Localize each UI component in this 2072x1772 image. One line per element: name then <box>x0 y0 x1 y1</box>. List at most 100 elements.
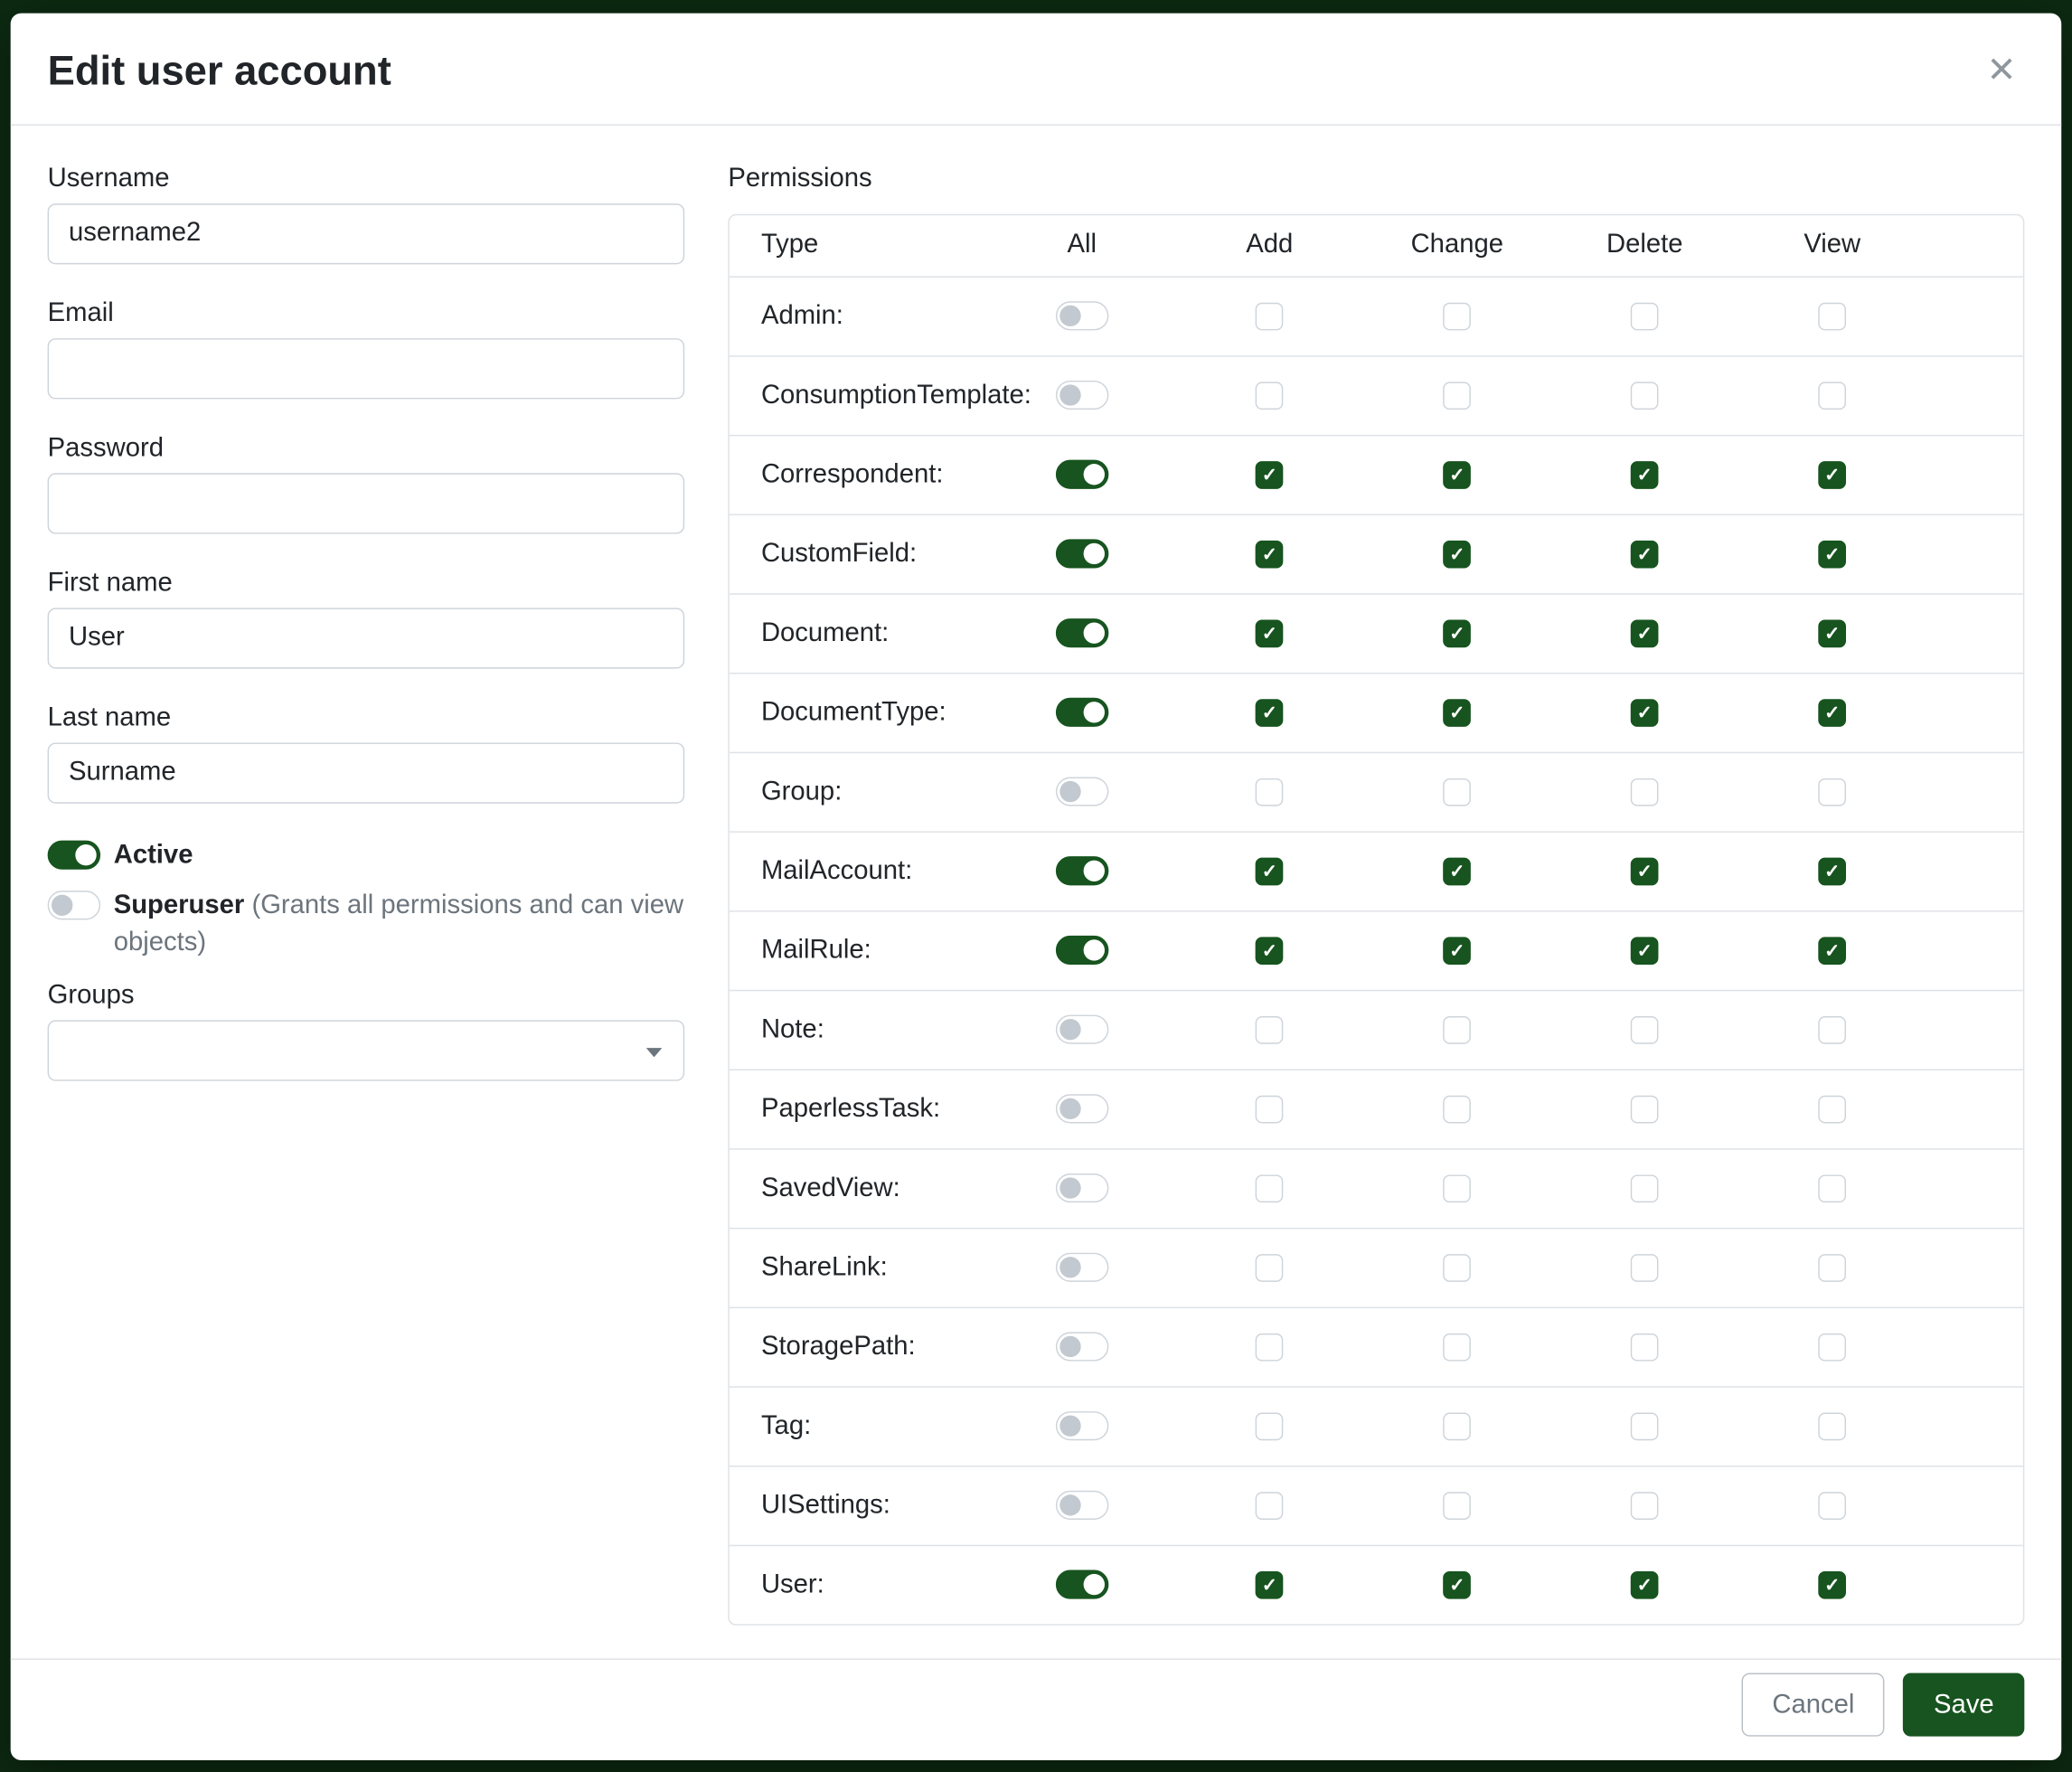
permission-add-checkbox[interactable]: ✓ <box>1256 1570 1284 1598</box>
permission-add-checkbox[interactable]: ✓ <box>1256 937 1284 965</box>
permission-view-checkbox[interactable]: ✓ <box>1818 1570 1846 1598</box>
permission-add-checkbox[interactable]: ✓ <box>1256 540 1284 568</box>
permission-all-toggle[interactable] <box>1056 1173 1108 1202</box>
permission-view-checkbox[interactable]: ✓ <box>1818 302 1846 330</box>
permission-all-toggle[interactable] <box>1056 1094 1108 1123</box>
permission-view-checkbox[interactable]: ✓ <box>1818 1016 1846 1044</box>
email-input[interactable] <box>48 338 685 399</box>
permission-change-checkbox[interactable]: ✓ <box>1443 382 1471 410</box>
permission-add-checkbox[interactable]: ✓ <box>1256 1492 1284 1520</box>
permission-view-checkbox[interactable]: ✓ <box>1818 778 1846 806</box>
permission-view-checkbox[interactable]: ✓ <box>1818 1492 1846 1520</box>
groups-select[interactable] <box>48 1020 685 1080</box>
permission-view-checkbox[interactable]: ✓ <box>1818 699 1846 727</box>
permission-delete-checkbox[interactable]: ✓ <box>1631 540 1659 568</box>
permission-add-checkbox[interactable]: ✓ <box>1256 1016 1284 1044</box>
permission-all-toggle[interactable] <box>1056 301 1108 330</box>
permission-add-checkbox[interactable]: ✓ <box>1256 699 1284 727</box>
permission-all-toggle[interactable] <box>1056 856 1108 885</box>
permission-add-checkbox[interactable]: ✓ <box>1256 1333 1284 1361</box>
permission-change-checkbox[interactable]: ✓ <box>1443 699 1471 727</box>
permission-add-checkbox[interactable]: ✓ <box>1256 1254 1284 1282</box>
permission-all-toggle[interactable] <box>1056 1491 1108 1520</box>
last-name-input[interactable] <box>48 742 685 803</box>
permission-delete-checkbox[interactable]: ✓ <box>1631 461 1659 489</box>
permission-add-checkbox[interactable]: ✓ <box>1256 302 1284 330</box>
permission-change-checkbox[interactable]: ✓ <box>1443 1095 1471 1123</box>
permission-all-toggle[interactable] <box>1056 1253 1108 1282</box>
permission-add-checkbox[interactable]: ✓ <box>1256 461 1284 489</box>
permission-row: Note:✓✓✓✓ <box>730 991 2023 1070</box>
cancel-button[interactable]: Cancel <box>1742 1673 1885 1737</box>
superuser-toggle[interactable] <box>48 891 100 919</box>
permission-change-checkbox[interactable]: ✓ <box>1443 1254 1471 1282</box>
close-icon[interactable]: ✕ <box>1979 48 2025 94</box>
permission-add-checkbox[interactable]: ✓ <box>1256 778 1284 806</box>
permission-all-toggle[interactable] <box>1056 698 1108 727</box>
permission-all-toggle[interactable] <box>1056 1015 1108 1044</box>
permission-add-checkbox[interactable]: ✓ <box>1256 619 1284 647</box>
permission-all-toggle[interactable] <box>1056 381 1108 410</box>
permission-view-checkbox[interactable]: ✓ <box>1818 1254 1846 1282</box>
permission-all-toggle[interactable] <box>1056 1411 1108 1440</box>
permission-delete-checkbox[interactable]: ✓ <box>1631 1174 1659 1202</box>
permission-change-checkbox[interactable]: ✓ <box>1443 1016 1471 1044</box>
permission-all-toggle[interactable] <box>1056 460 1108 489</box>
permission-change-checkbox[interactable]: ✓ <box>1443 937 1471 965</box>
permission-change-checkbox[interactable]: ✓ <box>1443 778 1471 806</box>
permission-change-checkbox[interactable]: ✓ <box>1443 1412 1471 1440</box>
permission-delete-checkbox[interactable]: ✓ <box>1631 619 1659 647</box>
permission-delete-checkbox[interactable]: ✓ <box>1631 1492 1659 1520</box>
permission-delete-checkbox[interactable]: ✓ <box>1631 1333 1659 1361</box>
save-button[interactable]: Save <box>1903 1673 2024 1737</box>
toggle-knob <box>1060 1019 1080 1040</box>
permission-view-checkbox[interactable]: ✓ <box>1818 461 1846 489</box>
permission-view-checkbox[interactable]: ✓ <box>1818 937 1846 965</box>
permission-row: Admin:✓✓✓✓ <box>730 277 2023 356</box>
permission-view-checkbox[interactable]: ✓ <box>1818 619 1846 647</box>
permission-add-checkbox[interactable]: ✓ <box>1256 382 1284 410</box>
permission-change-checkbox[interactable]: ✓ <box>1443 1333 1471 1361</box>
password-input[interactable] <box>48 473 685 533</box>
permission-view-checkbox[interactable]: ✓ <box>1818 1095 1846 1123</box>
permission-all-toggle[interactable] <box>1056 936 1108 965</box>
active-toggle[interactable] <box>48 840 100 869</box>
permission-all-toggle[interactable] <box>1056 540 1108 569</box>
permission-view-checkbox[interactable]: ✓ <box>1818 540 1846 568</box>
permission-change-checkbox[interactable]: ✓ <box>1443 461 1471 489</box>
permission-delete-checkbox[interactable]: ✓ <box>1631 382 1659 410</box>
permission-type-label: ShareLink: <box>730 1252 988 1283</box>
permission-delete-checkbox[interactable]: ✓ <box>1631 1095 1659 1123</box>
permission-change-checkbox[interactable]: ✓ <box>1443 302 1471 330</box>
permission-all-toggle[interactable] <box>1056 1570 1108 1599</box>
permission-delete-checkbox[interactable]: ✓ <box>1631 699 1659 727</box>
permission-delete-checkbox[interactable]: ✓ <box>1631 1016 1659 1044</box>
permission-add-checkbox[interactable]: ✓ <box>1256 857 1284 885</box>
permission-view-checkbox[interactable]: ✓ <box>1818 382 1846 410</box>
first-name-input[interactable] <box>48 608 685 668</box>
permission-delete-checkbox[interactable]: ✓ <box>1631 302 1659 330</box>
permission-add-checkbox[interactable]: ✓ <box>1256 1412 1284 1440</box>
permission-change-checkbox[interactable]: ✓ <box>1443 1174 1471 1202</box>
permission-delete-checkbox[interactable]: ✓ <box>1631 1570 1659 1598</box>
permission-change-checkbox[interactable]: ✓ <box>1443 540 1471 568</box>
permission-delete-checkbox[interactable]: ✓ <box>1631 1254 1659 1282</box>
permission-change-checkbox[interactable]: ✓ <box>1443 1492 1471 1520</box>
permission-add-checkbox[interactable]: ✓ <box>1256 1095 1284 1123</box>
permission-change-checkbox[interactable]: ✓ <box>1443 1570 1471 1598</box>
permission-delete-checkbox[interactable]: ✓ <box>1631 778 1659 806</box>
username-input[interactable] <box>48 203 685 264</box>
permission-all-toggle[interactable] <box>1056 618 1108 647</box>
permission-change-checkbox[interactable]: ✓ <box>1443 619 1471 647</box>
permission-view-checkbox[interactable]: ✓ <box>1818 1412 1846 1440</box>
permission-delete-checkbox[interactable]: ✓ <box>1631 1412 1659 1440</box>
permission-all-toggle[interactable] <box>1056 778 1108 806</box>
permission-all-toggle[interactable] <box>1056 1333 1108 1362</box>
permission-view-checkbox[interactable]: ✓ <box>1818 857 1846 885</box>
permission-delete-checkbox[interactable]: ✓ <box>1631 937 1659 965</box>
permission-view-checkbox[interactable]: ✓ <box>1818 1333 1846 1361</box>
permission-change-checkbox[interactable]: ✓ <box>1443 857 1471 885</box>
permission-add-checkbox[interactable]: ✓ <box>1256 1174 1284 1202</box>
permission-view-checkbox[interactable]: ✓ <box>1818 1174 1846 1202</box>
permission-delete-checkbox[interactable]: ✓ <box>1631 857 1659 885</box>
